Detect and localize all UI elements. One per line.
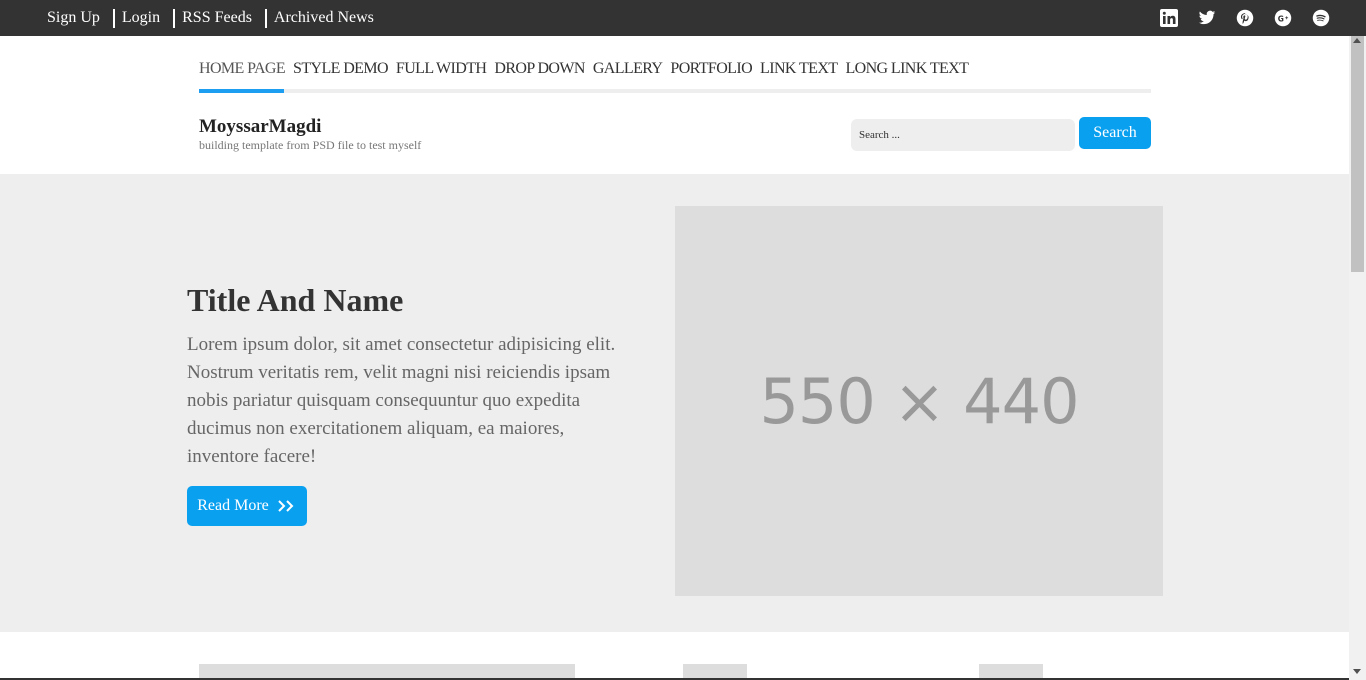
nav-item-long-link-text[interactable]: LONG LINK TEXT — [845, 60, 968, 78]
read-more-label: Read More — [197, 497, 269, 514]
divider — [264, 8, 267, 28]
nav-item-full-width[interactable]: FULL WIDTH — [396, 60, 487, 78]
top-links: Sign Up Login RSS Feeds Archived News — [47, 0, 374, 36]
scrollbar-thumb[interactable] — [1351, 36, 1364, 272]
nav-underline — [199, 89, 1151, 93]
double-chevron-right-icon — [278, 500, 294, 512]
social-links: G — [1160, 0, 1330, 36]
site-tagline: building template from PSD file to test … — [199, 138, 422, 152]
archived-news-link[interactable]: Archived News — [274, 9, 374, 27]
scroll-down-arrow-icon[interactable] — [1353, 669, 1361, 674]
twitter-icon[interactable] — [1198, 9, 1216, 27]
pinterest-icon[interactable] — [1236, 9, 1254, 27]
rss-feeds-link[interactable]: RSS Feeds — [182, 9, 252, 27]
placeholder-dimensions: 550 × 440 — [759, 364, 1079, 438]
search-button[interactable]: Search — [1079, 117, 1151, 149]
sign-up-link[interactable]: Sign Up — [47, 9, 100, 27]
nav-items: HOME PAGE STYLE DEMO FULL WIDTH DROP DOW… — [199, 60, 969, 78]
svg-text:G: G — [1278, 14, 1284, 23]
site-title[interactable]: MoyssarMagdi — [199, 116, 421, 138]
hero-title: Title And Name — [187, 282, 404, 318]
hero-section: Title And Name Lorem ipsum dolor, sit am… — [0, 174, 1349, 632]
google-plus-icon[interactable]: G — [1274, 9, 1292, 27]
read-more-button[interactable]: Read More — [187, 486, 307, 526]
nav-item-style-demo[interactable]: STYLE DEMO — [293, 60, 388, 78]
divider — [112, 8, 115, 28]
nav-item-home-page[interactable]: HOME PAGE — [199, 60, 286, 78]
login-link[interactable]: Login — [122, 9, 160, 27]
search-input[interactable] — [851, 119, 1075, 151]
hero-description: Lorem ipsum dolor, sit amet consectetur … — [187, 334, 616, 467]
site-brand: MoyssarMagdi building template from PSD … — [199, 116, 421, 152]
scroll-up-arrow-icon[interactable] — [1353, 38, 1361, 43]
nav-item-portfolio[interactable]: PORTFOLIO — [670, 60, 752, 78]
nav-active-indicator — [199, 89, 284, 93]
divider — [173, 8, 176, 28]
linkedin-icon[interactable] — [1160, 9, 1178, 27]
page-scrollbar[interactable] — [1349, 36, 1366, 680]
spotify-icon[interactable] — [1312, 9, 1330, 27]
nav-item-gallery[interactable]: GALLERY — [593, 60, 663, 78]
top-bar: Sign Up Login RSS Feeds Archived News G — [0, 0, 1366, 36]
main-nav: HOME PAGE STYLE DEMO FULL WIDTH DROP DOW… — [199, 36, 1151, 94]
nav-item-link-text[interactable]: LINK TEXT — [760, 60, 838, 78]
nav-item-drop-down[interactable]: DROP DOWN — [494, 60, 585, 78]
hero-image-placeholder: 550 × 440 — [675, 206, 1163, 596]
